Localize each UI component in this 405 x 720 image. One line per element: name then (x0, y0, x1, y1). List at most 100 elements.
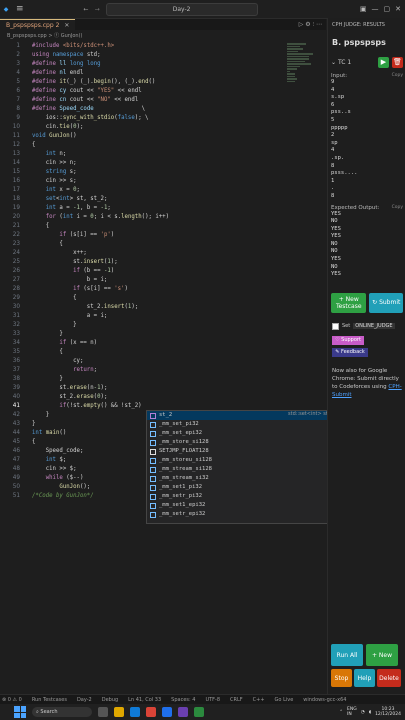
code-text[interactable]: if (x == n) (32, 339, 97, 348)
status-item[interactable]: windows-gcc-x64 (303, 697, 346, 703)
code-text[interactable]: string s; (32, 168, 77, 177)
status-item[interactable]: CRLF (230, 697, 243, 703)
code-text[interactable]: st.insert(1); (32, 258, 118, 267)
chrome-icon[interactable] (146, 707, 156, 717)
code-text[interactable]: #define it(_) (_).begin(), (_).end() (32, 78, 155, 87)
submit-button[interactable]: ↻ Submit (369, 292, 403, 313)
code-line[interactable]: 3 #define ll long long (0, 60, 326, 69)
code-line[interactable]: 26 if (b == -1) (0, 267, 326, 276)
code-text[interactable]: if (b == -1) (32, 267, 114, 276)
code-line[interactable]: 37 return; (0, 366, 326, 375)
code-line[interactable]: 40 st_2.erase(0); (0, 393, 326, 402)
close-tab-icon[interactable]: ✕ (64, 22, 69, 29)
code-text[interactable]: cy; (32, 357, 83, 366)
code-line[interactable]: 27 b = i; (0, 276, 326, 285)
code-text[interactable]: if(!st.empty() && !st_2) (32, 402, 141, 411)
code-line[interactable]: 21 { (0, 222, 326, 231)
support-button[interactable]: ♡ Support (332, 335, 364, 345)
code-text[interactable]: #define cy cout << "YES" << endl (32, 87, 142, 96)
delete-all-button[interactable]: Delete (377, 669, 401, 687)
status-item[interactable]: C++ (253, 697, 265, 703)
code-line[interactable]: 6 #define cy cout << "YES" << endl (0, 87, 326, 96)
code-text[interactable]: #include <bits/stdc++.h> (32, 42, 114, 51)
code-text[interactable]: set<int> st, st_2; (32, 195, 108, 204)
code-text[interactable]: void GunJon() (32, 132, 77, 141)
code-text[interactable]: } (32, 420, 35, 429)
run-testcase-button[interactable]: ▶ (378, 56, 389, 68)
code-text[interactable]: cin >> $; (32, 465, 77, 474)
code-text[interactable]: ios::sync_with_stdio(false); \ (32, 114, 149, 123)
code-text[interactable]: Speed_code; (32, 447, 84, 456)
status-item[interactable]: Run Testcases (32, 697, 67, 703)
copy-expected-button[interactable]: Copy (392, 205, 403, 211)
input-value[interactable]: 9 4 s.sp 6 pss..s 5 ppppp 2 sp 4 .sp. 8 … (331, 79, 403, 201)
code-text[interactable]: st_2.erase(0); (32, 393, 107, 402)
help-button[interactable]: Help (354, 669, 375, 687)
stop-button[interactable]: Stop (331, 669, 352, 687)
code-line[interactable]: 24 x++; (0, 249, 326, 258)
code-text[interactable]: int x = 0; (32, 186, 80, 195)
code-text[interactable]: #define Speed_code \ (32, 105, 145, 114)
code-text[interactable]: st_2.insert(1); (32, 303, 138, 312)
code-text[interactable]: using namespace std; (32, 51, 101, 60)
status-item[interactable]: Day-2 (77, 697, 92, 703)
code-text[interactable]: int n; (32, 150, 67, 159)
code-line[interactable]: 2 using namespace std; (0, 51, 326, 60)
code-line[interactable]: 13 int n; (0, 150, 326, 159)
new-button[interactable]: + New (366, 644, 398, 666)
terminal-icon[interactable] (194, 707, 204, 717)
code-line[interactable]: 5 #define it(_) (_).begin(), (_).end() (0, 78, 326, 87)
code-text[interactable]: cin >> n; (32, 159, 77, 168)
code-text[interactable]: #define nl endl (32, 69, 83, 78)
code-line[interactable]: 16 cin >> s; (0, 177, 326, 186)
code-text[interactable]: int a = -1, b = -1; (32, 204, 111, 213)
task-view-icon[interactable] (98, 707, 108, 717)
code-text[interactable]: { (32, 438, 35, 447)
delete-testcase-button[interactable]: 🗑 (392, 56, 403, 68)
windows-start-icon[interactable] (14, 706, 26, 718)
code-line[interactable]: 20 for (int i = 0; i < s.length(); i++) (0, 213, 326, 222)
code-line[interactable]: 4 #define nl endl (0, 69, 326, 78)
code-line[interactable]: 23 { (0, 240, 326, 249)
code-text[interactable]: { (32, 240, 62, 249)
online-judge-checkbox[interactable] (332, 322, 339, 330)
status-item[interactable]: Spaces: 4 (171, 697, 195, 703)
status-item[interactable]: Go Live (275, 697, 294, 703)
code-text[interactable]: { (32, 294, 76, 303)
copy-input-button[interactable]: Copy (392, 73, 403, 79)
status-item[interactable]: Ln 41, Col 33 (128, 697, 161, 703)
code-text[interactable]: for (int i = 0; i < s.length(); i++) (32, 213, 169, 222)
code-text[interactable]: a = i; (32, 312, 108, 321)
code-line[interactable]: 19 int a = -1, b = -1; (0, 204, 326, 213)
app-icon[interactable] (178, 707, 188, 717)
code-line[interactable]: 34 if (x == n) (0, 339, 326, 348)
file-explorer-icon[interactable] (114, 707, 124, 717)
nav-forward-icon[interactable]: → (95, 6, 100, 13)
code-line[interactable]: 12 { (0, 141, 326, 150)
code-line[interactable]: 32 } (0, 321, 326, 330)
code-line[interactable]: 31 a = i; (0, 312, 326, 321)
code-text[interactable]: { (32, 141, 35, 150)
code-line[interactable]: 7 #define cn cout << "NO" << endl (0, 96, 326, 105)
vscode-taskbar-icon[interactable] (130, 707, 140, 717)
code-line[interactable]: 1 #include <bits/stdc++.h> (0, 42, 326, 51)
code-text[interactable]: int main() (32, 429, 66, 438)
clock[interactable]: 10:23 12/12/2024 (375, 707, 401, 717)
status-item[interactable]: ⊗ 0 ⚠ 0 (2, 697, 22, 703)
code-text[interactable]: return; (32, 366, 97, 375)
nav-back-icon[interactable]: ← (84, 6, 89, 13)
code-line[interactable]: 11 void GunJon() (0, 132, 326, 141)
code-text[interactable]: int $; (32, 456, 67, 465)
new-testcase-button[interactable]: + New Testcase (331, 292, 367, 313)
code-line[interactable]: 10 cin.tie(0); (0, 123, 326, 132)
expected-value[interactable]: YES NO YES YES NO NO YES NO YES (331, 211, 403, 279)
code-text[interactable]: #define cn cout << "NO" << endl (32, 96, 138, 105)
code-line[interactable]: 15 string s; (0, 168, 326, 177)
tab-cpp-file[interactable]: B_pspspsps.cpp 2 ✕ (0, 19, 76, 30)
code-text[interactable]: cin.tie(0); (32, 123, 84, 132)
code-line[interactable]: 30 st_2.insert(1); (0, 303, 326, 312)
code-text[interactable]: } (32, 321, 76, 330)
breadcrumb[interactable]: B_pspspsps.cpp > ⓕ GunJon() (0, 31, 333, 41)
code-text[interactable]: /*Code by GunJon*/ (32, 492, 94, 501)
code-text[interactable]: } (32, 375, 62, 384)
